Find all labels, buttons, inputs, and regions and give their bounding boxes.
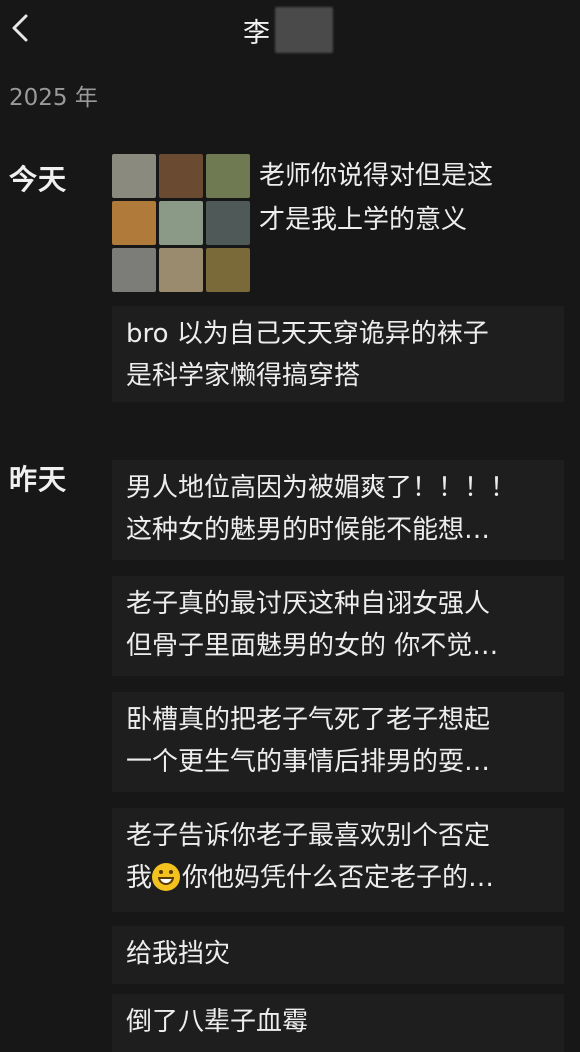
top-bar: 李 <box>0 0 580 60</box>
photo-thumbnail <box>206 201 250 245</box>
day-label-today: 今天 <box>9 163 68 196</box>
back-button[interactable] <box>6 10 36 46</box>
photo-thumbnail <box>206 248 250 292</box>
text-post[interactable]: 给我挡灾 <box>112 926 564 984</box>
photo-thumbnail <box>112 248 156 292</box>
profile-title: 李 <box>243 7 333 53</box>
post-line: 男人地位高因为被媚爽了！！！！ <box>126 473 517 503</box>
photo-thumbnail <box>159 154 203 198</box>
photo-thumbnail <box>159 248 203 292</box>
caption-line: 才是我上学的意义 <box>259 205 468 235</box>
post-line: 倒了八辈子血霉 <box>126 1007 309 1037</box>
text-post[interactable]: 老子告诉你老子最喜欢别个否定 我你他妈凭什么否定老子的… <box>112 808 564 912</box>
post-line: 卧槽真的把老子气死了老子想起 <box>126 705 491 735</box>
chevron-left-icon <box>12 14 28 42</box>
post-line: 但骨子里面魅男的女的 你不觉… <box>126 631 499 661</box>
redacted-name-mask <box>275 7 333 53</box>
post-line: 一个更生气的事情后排男的耍… <box>126 747 491 777</box>
photo-thumbnail <box>112 201 156 245</box>
profile-name: 李 <box>243 17 271 49</box>
photo-thumbnail <box>206 154 250 198</box>
year-label: 2025 年 <box>9 85 98 111</box>
text-post[interactable]: 男人地位高因为被媚爽了！！！！ 这种女的魅男的时候能不能想… <box>112 460 564 560</box>
photo-grid[interactable] <box>112 154 250 292</box>
image-post[interactable]: 老师你说得对但是这 才是我上学的意义 <box>112 146 564 294</box>
post-text: 我 <box>126 863 153 893</box>
text-post[interactable]: 老子真的最讨厌这种自诩女强人 但骨子里面魅男的女的 你不觉… <box>112 576 564 676</box>
image-post-caption: 老师你说得对但是这 才是我上学的意义 <box>259 154 559 242</box>
caption-line: 老师你说得对但是这 <box>259 161 494 191</box>
photo-thumbnail <box>112 154 156 198</box>
text-post[interactable]: bro 以为自己天天穿诡异的袜子 是科学家懒得搞穿搭 <box>112 306 564 402</box>
post-text: 你他妈凭什么否定老子的… <box>182 863 495 893</box>
day-label-yesterday: 昨天 <box>9 463 68 496</box>
post-line: 老子告诉你老子最喜欢别个否定 <box>126 821 491 851</box>
post-line: 给我挡灾 <box>126 939 231 969</box>
post-line: 是科学家懒得搞穿搭 <box>126 361 361 391</box>
post-line: 老子真的最讨厌这种自诩女强人 <box>126 589 491 619</box>
text-post[interactable]: 卧槽真的把老子气死了老子想起 一个更生气的事情后排男的耍… <box>112 692 564 792</box>
post-line: 这种女的魅男的时候能不能想… <box>126 515 491 545</box>
grinning-face-icon <box>152 863 181 891</box>
post-line: 我你他妈凭什么否定老子的… <box>126 857 550 899</box>
photo-thumbnail <box>159 201 203 245</box>
text-post[interactable]: 倒了八辈子血霉 <box>112 994 564 1052</box>
post-line: bro 以为自己天天穿诡异的袜子 <box>126 319 489 349</box>
